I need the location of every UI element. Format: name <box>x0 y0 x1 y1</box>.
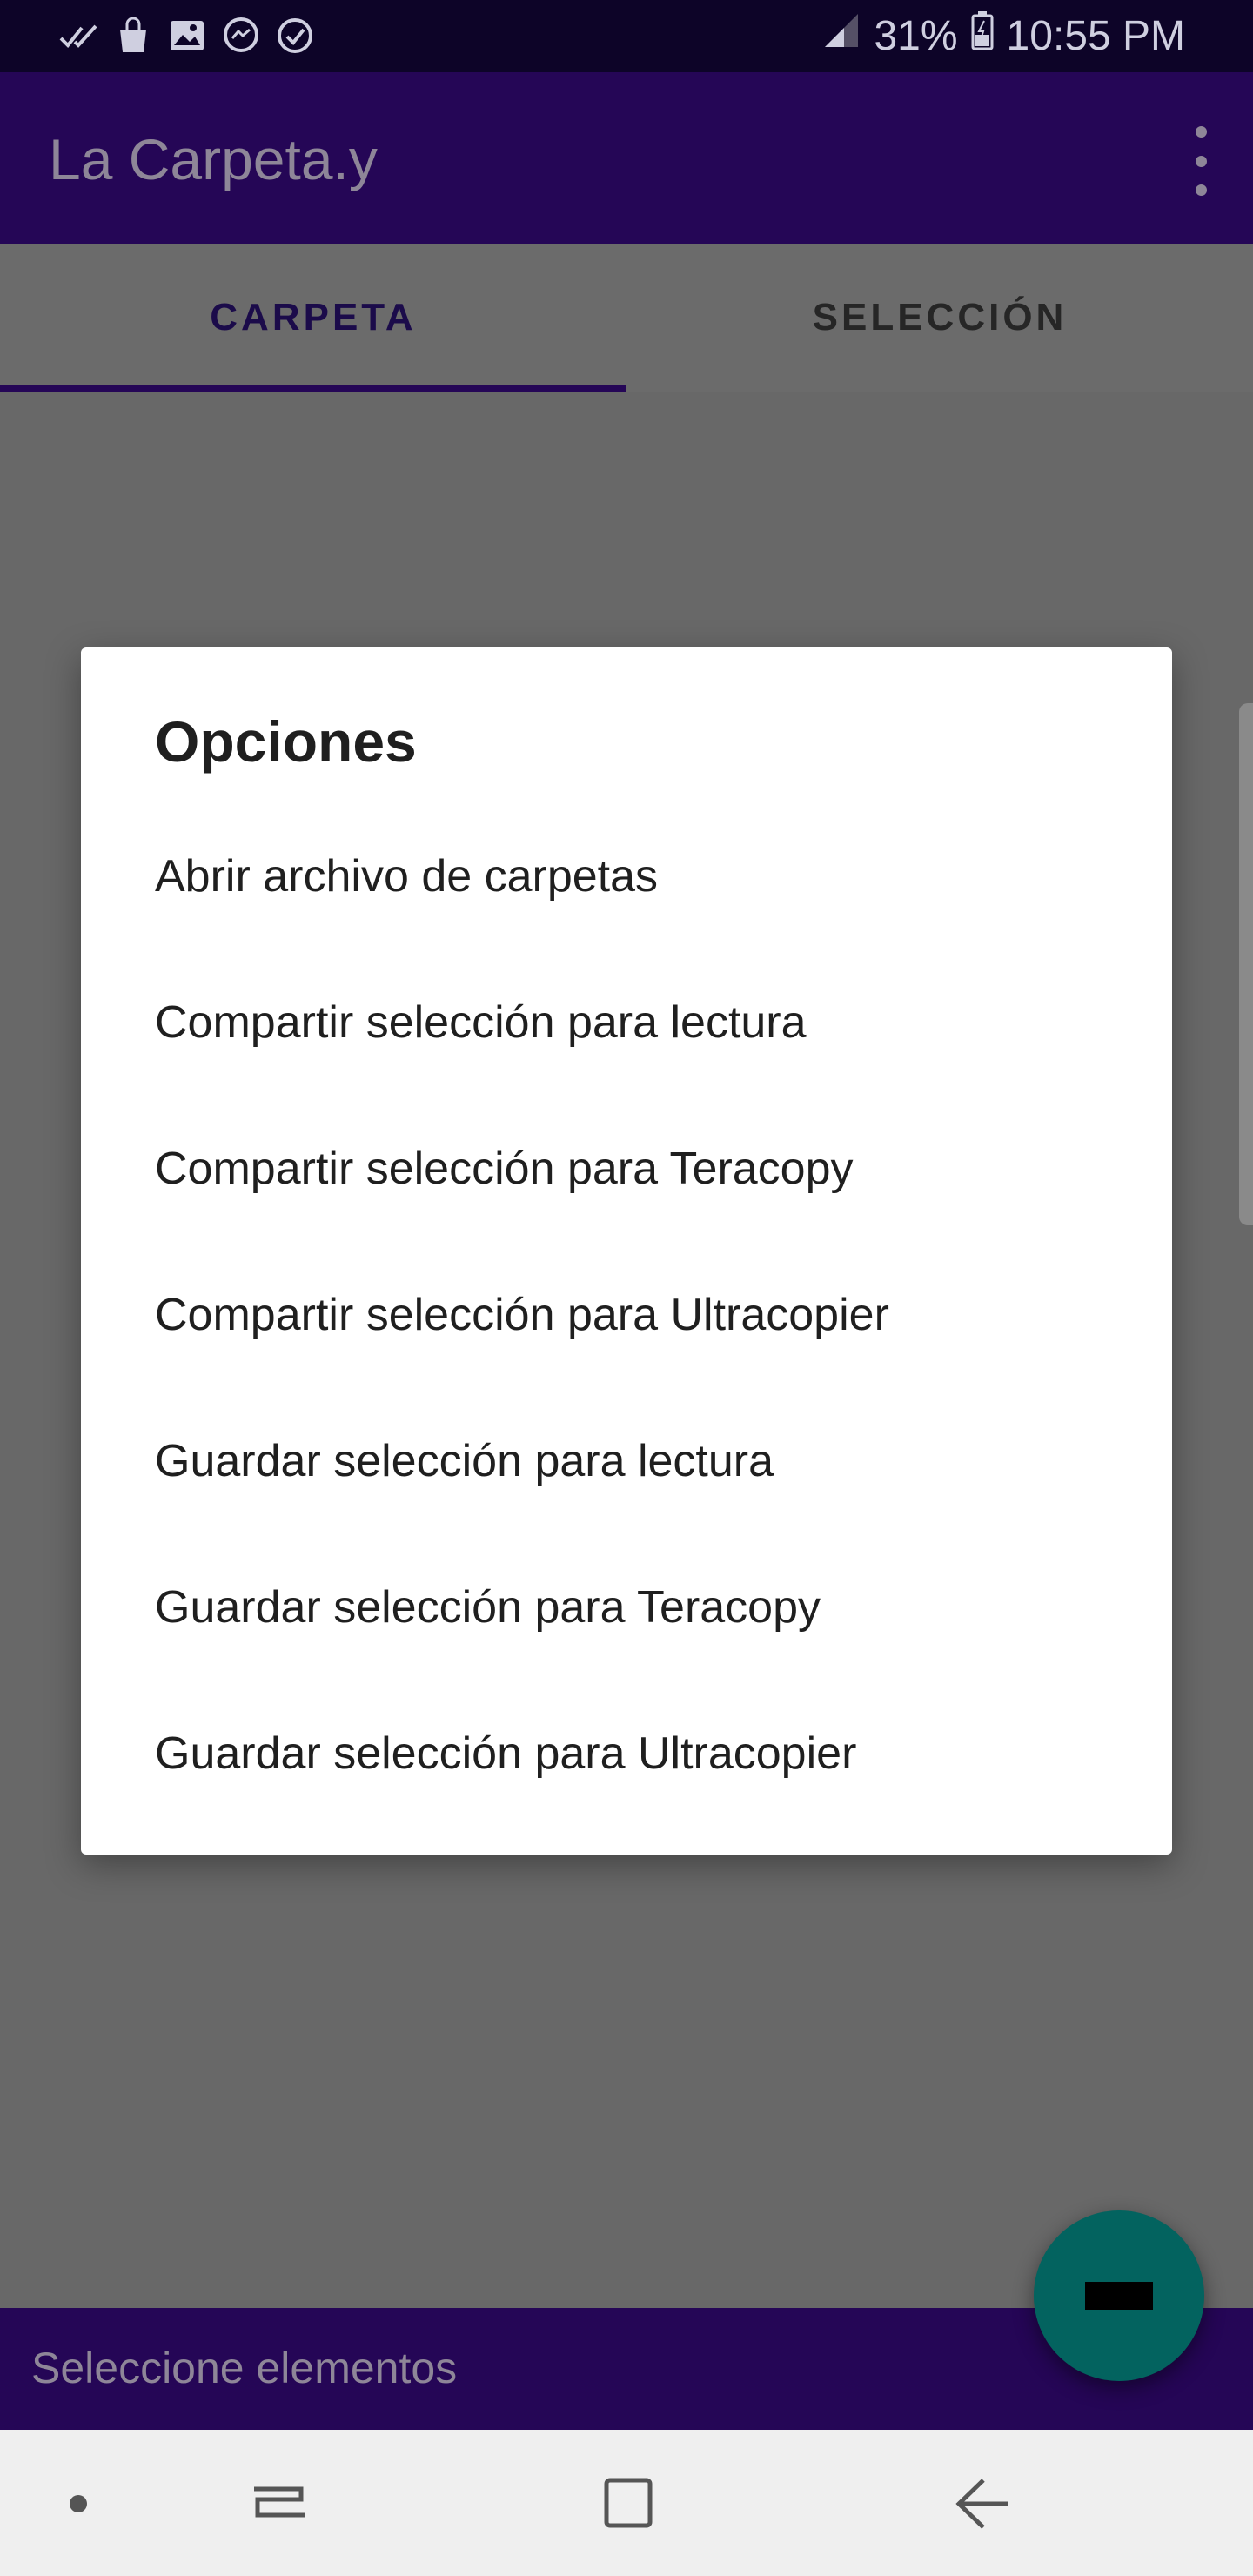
tab-bar: CARPETA SELECCIÓN <box>0 244 1253 392</box>
messenger-icon <box>221 16 261 56</box>
app-title: La Carpeta.y <box>49 127 378 191</box>
fab-icon <box>1085 2282 1153 2310</box>
notification-icons <box>59 16 315 56</box>
nav-dot-icon[interactable] <box>39 2465 117 2543</box>
clock: 10:55 PM <box>1006 12 1185 59</box>
option-guardar-ultracopier[interactable]: Guardar selección para Ultracopier <box>81 1680 1172 1827</box>
shopping-bag-icon <box>113 16 153 56</box>
option-label: Guardar selección para Ultracopier <box>155 1728 857 1779</box>
battery-percent: 31% <box>874 12 958 59</box>
system-nav-bar <box>0 2430 1253 2576</box>
status-bar: 31% 10:55 PM <box>0 0 1253 72</box>
tab-carpeta[interactable]: CARPETA <box>0 244 626 392</box>
app-bar: La Carpeta.y <box>0 72 1253 244</box>
home-icon[interactable] <box>589 2465 667 2543</box>
fab-button[interactable] <box>1034 2210 1204 2381</box>
option-label: Compartir selección para lectura <box>155 997 807 1048</box>
status-right: 31% 10:55 PM <box>821 10 1185 61</box>
double-check-icon <box>59 16 99 56</box>
option-label: Compartir selección para Teracopy <box>155 1144 854 1194</box>
image-icon <box>167 16 207 56</box>
signal-icon <box>821 10 861 61</box>
battery-icon <box>970 10 995 61</box>
tab-seleccion[interactable]: SELECCIÓN <box>626 244 1253 392</box>
option-compartir-teracopy[interactable]: Compartir selección para Teracopy <box>81 1096 1172 1242</box>
option-compartir-lectura[interactable]: Compartir selección para lectura <box>81 949 1172 1096</box>
dialog-title: Opciones <box>155 709 417 774</box>
option-label: Compartir selección para Ultracopier <box>155 1290 889 1340</box>
recent-apps-icon[interactable] <box>240 2465 318 2543</box>
back-icon[interactable] <box>940 2465 1018 2543</box>
tab-indicator <box>0 385 626 392</box>
option-guardar-lectura[interactable]: Guardar selección para lectura <box>81 1388 1172 1534</box>
selection-status-text: Seleccione elementos <box>31 2344 458 2392</box>
option-compartir-ultracopier[interactable]: Compartir selección para Ultracopier <box>81 1242 1172 1388</box>
option-label: Abrir archivo de carpetas <box>155 851 659 902</box>
option-label: Guardar selección para lectura <box>155 1436 774 1486</box>
options-dialog: Opciones Abrir archivo de carpetas Compa… <box>81 647 1172 1855</box>
check-circle-icon <box>275 16 315 56</box>
scroll-handle[interactable] <box>1239 703 1253 1225</box>
option-abrir-archivo[interactable]: Abrir archivo de carpetas <box>81 803 1172 949</box>
option-guardar-teracopy[interactable]: Guardar selección para Teracopy <box>81 1534 1172 1680</box>
overflow-menu-icon[interactable] <box>1183 126 1218 196</box>
option-label: Guardar selección para Teracopy <box>155 1582 821 1633</box>
